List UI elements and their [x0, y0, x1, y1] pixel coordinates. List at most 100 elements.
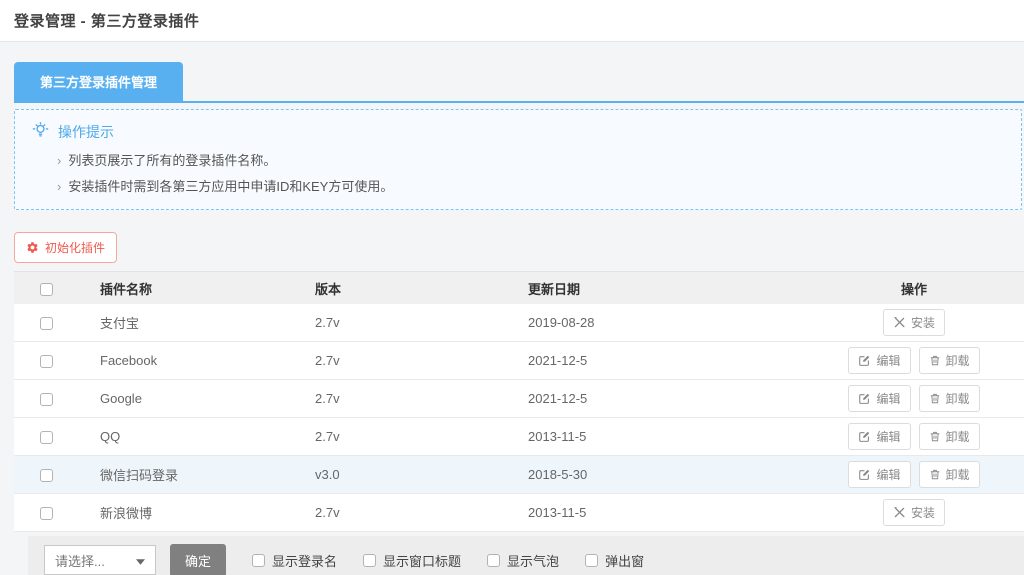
table-row: QQ 2.7v 2013-11-5 编辑: [14, 418, 1024, 456]
plugin-date: 2013-11-5: [528, 505, 804, 520]
row-checkbox[interactable]: [40, 393, 53, 406]
edit-button[interactable]: 编辑: [848, 385, 910, 412]
show-bubble-label: 显示气泡: [507, 551, 559, 570]
plugin-date: 2019-08-28: [528, 315, 804, 330]
plugin-date: 2013-11-5: [528, 429, 804, 444]
trash-icon: [929, 430, 941, 443]
table-row: 新浪微博 2.7v 2013-11-5 安装: [14, 494, 1024, 532]
column-header-name: 插件名称: [100, 279, 315, 298]
table-row: Facebook 2.7v 2021-12-5 编辑: [14, 342, 1024, 380]
tab-bar: 第三方登录插件管理: [14, 62, 1024, 103]
bulk-action-select-value: 请选择...: [55, 551, 105, 570]
init-plugins-label: 初始化插件: [45, 239, 105, 256]
action-cell: 编辑 卸载: [804, 423, 1024, 450]
show-login-name-option[interactable]: 显示登录名: [252, 551, 337, 570]
uninstall-button[interactable]: 卸载: [919, 461, 980, 488]
content-area: 第三方登录插件管理 操作提示 列表页展示了所有的登录插件名称。 安装插件时需到各…: [0, 42, 1024, 575]
tips-item: 列表页展示了所有的登录插件名称。: [31, 153, 1005, 169]
install-button[interactable]: 安装: [883, 309, 945, 336]
tips-header: 操作提示: [31, 121, 1005, 143]
edit-label: 编辑: [876, 466, 900, 483]
page-header: 登录管理 - 第三方登录插件: [0, 0, 1024, 42]
uninstall-button[interactable]: 卸载: [919, 347, 980, 374]
edit-button[interactable]: 编辑: [848, 461, 910, 488]
plugin-table-header: 插件名称 版本 更新日期 操作: [14, 271, 1024, 304]
plugin-date: 2021-12-5: [528, 391, 804, 406]
edit-button[interactable]: 编辑: [848, 347, 910, 374]
tips-panel: 操作提示 列表页展示了所有的登录插件名称。 安装插件时需到各第三方应用中申请ID…: [14, 109, 1022, 210]
show-login-name-label: 显示登录名: [272, 551, 337, 570]
uninstall-label: 卸载: [946, 466, 970, 483]
confirm-button[interactable]: 确定: [170, 544, 226, 575]
row-checkbox[interactable]: [40, 355, 53, 368]
gear-icon: [26, 241, 39, 254]
action-cell: 编辑 卸载: [804, 347, 1024, 374]
column-header-version: 版本: [315, 279, 528, 298]
bulk-action-bar: 请选择... 确定 显示登录名 显示窗口标题 显示气泡 弹出窗: [28, 536, 1024, 575]
show-window-title-label: 显示窗口标题: [383, 551, 461, 570]
show-bubble-option[interactable]: 显示气泡: [487, 551, 559, 570]
row-checkbox[interactable]: [40, 469, 53, 482]
tools-icon: [893, 316, 906, 329]
show-window-title-checkbox[interactable]: [363, 554, 376, 567]
row-checkbox[interactable]: [40, 507, 53, 520]
plugin-name: Facebook: [100, 353, 315, 368]
plugin-version: 2.7v: [315, 315, 528, 330]
table-row: 支付宝 2.7v 2019-08-28 安装: [14, 304, 1024, 342]
bulk-action-select[interactable]: 请选择...: [44, 545, 156, 575]
install-button[interactable]: 安装: [883, 499, 945, 526]
tab-third-party-plugin-management[interactable]: 第三方登录插件管理: [14, 62, 183, 101]
uninstall-label: 卸载: [946, 428, 970, 445]
tips-item: 安装插件时需到各第三方应用中申请ID和KEY方可使用。: [31, 179, 1005, 195]
install-label: 安装: [911, 504, 935, 521]
plugin-version: 2.7v: [315, 391, 528, 406]
tips-title: 操作提示: [58, 122, 114, 142]
uninstall-button[interactable]: 卸载: [919, 423, 980, 450]
edit-icon: [858, 392, 871, 405]
show-window-title-option[interactable]: 显示窗口标题: [363, 551, 461, 570]
popup-window-label: 弹出窗: [605, 551, 644, 570]
row-checkbox[interactable]: [40, 317, 53, 330]
show-bubble-checkbox[interactable]: [487, 554, 500, 567]
edit-button[interactable]: 编辑: [848, 423, 910, 450]
plugin-date: 2018-5-30: [528, 467, 804, 482]
page-title: 登录管理 - 第三方登录插件: [14, 10, 199, 31]
show-login-name-checkbox[interactable]: [252, 554, 265, 567]
tools-icon: [893, 506, 906, 519]
edit-icon: [858, 354, 871, 367]
popup-window-checkbox[interactable]: [585, 554, 598, 567]
plugin-name: QQ: [100, 429, 315, 444]
tips-list: 列表页展示了所有的登录插件名称。 安装插件时需到各第三方应用中申请ID和KEY方…: [31, 153, 1005, 195]
edit-icon: [858, 430, 871, 443]
chevron-down-icon: [136, 553, 145, 568]
trash-icon: [929, 468, 941, 481]
column-header-date: 更新日期: [528, 279, 804, 298]
action-cell: 安装: [804, 499, 1024, 526]
plugin-version: 2.7v: [315, 505, 528, 520]
uninstall-label: 卸载: [946, 352, 970, 369]
plugin-version: 2.7v: [315, 353, 528, 368]
install-label: 安装: [911, 314, 935, 331]
plugin-date: 2021-12-5: [528, 353, 804, 368]
plugin-version: v3.0: [315, 467, 528, 482]
column-header-action: 操作: [804, 279, 1024, 298]
edit-label: 编辑: [876, 352, 900, 369]
trash-icon: [929, 392, 941, 405]
uninstall-label: 卸载: [946, 390, 970, 407]
plugin-name: 新浪微博: [100, 503, 315, 522]
popup-window-option[interactable]: 弹出窗: [585, 551, 644, 570]
plugin-name: Google: [100, 391, 315, 406]
edit-icon: [858, 468, 871, 481]
plugin-table: 插件名称 版本 更新日期 操作 支付宝 2.7v 2019-08-28 安装: [14, 271, 1024, 532]
init-plugins-button[interactable]: 初始化插件: [14, 232, 117, 263]
lightbulb-icon: [31, 121, 50, 143]
trash-icon: [929, 354, 941, 367]
action-cell: 编辑 卸载: [804, 385, 1024, 412]
select-all-checkbox[interactable]: [40, 283, 53, 296]
table-row: 微信扫码登录 v3.0 2018-5-30 编辑: [14, 456, 1024, 494]
row-checkbox[interactable]: [40, 431, 53, 444]
action-cell: 编辑 卸载: [804, 461, 1024, 488]
plugin-table-body: 支付宝 2.7v 2019-08-28 安装 Facebook 2.7v 202…: [14, 304, 1024, 532]
uninstall-button[interactable]: 卸载: [919, 385, 980, 412]
table-row: Google 2.7v 2021-12-5 编辑: [14, 380, 1024, 418]
